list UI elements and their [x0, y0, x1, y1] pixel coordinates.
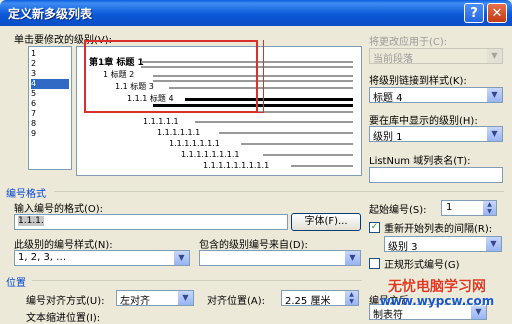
link-style-label: 将级别链接到样式(K): — [369, 76, 467, 87]
chevron-down-icon: ▼ — [486, 237, 501, 251]
chevron-down-icon: ▼ — [487, 49, 502, 63]
number-format-section: 编号格式 — [6, 189, 46, 200]
close-button[interactable]: ✕ — [487, 3, 507, 23]
section-divider — [32, 280, 362, 281]
position-section: 位置 — [6, 278, 26, 289]
align-at-label: 对齐位置(A): — [207, 296, 266, 307]
window-title: 定义新多级列表 — [8, 7, 93, 21]
annotation-box-shadow — [84, 40, 264, 113]
restart-checkbox[interactable]: ✓ — [369, 222, 380, 233]
listnum-label: ListNum 域列表名(T): — [369, 156, 471, 167]
level-item[interactable]: 5 — [31, 89, 69, 99]
spinner-arrows-icon[interactable]: ▲ ▼ — [483, 201, 496, 215]
spinner-arrows-icon[interactable]: ▲ ▼ — [345, 291, 358, 305]
preview-dots: 1.1.1.1.1.1.1.1 — [181, 150, 240, 159]
alignment-select[interactable]: 左对齐 ▼ — [116, 290, 194, 307]
align-at-spinner[interactable]: 2.25 厘米 ▲ ▼ — [281, 290, 359, 307]
preview-dots: 1.1.1.1.1.1.1.1.1 — [203, 161, 270, 170]
legal-numbering-checkbox[interactable] — [369, 258, 380, 269]
preview-line — [219, 132, 353, 134]
section-divider — [54, 191, 504, 192]
level-item[interactable]: 2 — [31, 59, 69, 69]
watermark-url: www.wypcw.com — [379, 294, 495, 308]
level-item[interactable]: 8 — [31, 119, 69, 129]
gallery-level-select[interactable]: 级别 1 ▼ — [369, 126, 503, 143]
restart-level-select[interactable]: 级别 3 ▼ — [384, 236, 502, 253]
link-style-select[interactable]: 标题 4 ▼ — [369, 87, 503, 104]
level-item[interactable]: 7 — [31, 109, 69, 119]
watermark-title: 无忧电脑学习网 — [388, 279, 486, 295]
font-button[interactable]: 字体(F)... — [291, 213, 361, 231]
level-list[interactable]: 1 2 3 4 5 6 7 8 9 — [28, 46, 72, 170]
help-button[interactable]: ? — [464, 3, 484, 23]
close-icon: ✕ — [491, 6, 503, 21]
level-item[interactable]: 9 — [31, 129, 69, 139]
preview-line — [263, 154, 353, 156]
preview-dots: 1.1.1.1.1.1.1 — [169, 139, 220, 148]
chevron-down-icon: ▼ — [487, 127, 502, 141]
preview-dots: 1.1.1.1.1.1 — [157, 128, 201, 137]
gallery-level-label: 要在库中显示的级别(H): — [369, 116, 478, 127]
preview-dots: 1.1.1.1.1 — [143, 117, 179, 126]
preview-line — [195, 121, 353, 123]
number-style-label: 此级别的编号样式(N): — [14, 240, 113, 251]
legal-numbering-label: 正规形式编号(G) — [384, 260, 460, 271]
title-bar: 定义新多级列表 ? ✕ — [0, 0, 512, 26]
level-item[interactable]: 3 — [31, 69, 69, 79]
number-style-select[interactable]: 1, 2, 3, … ▼ — [14, 250, 190, 266]
format-label: 输入编号的格式(O): — [14, 204, 104, 215]
help-icon: ? — [470, 6, 478, 21]
start-at-label: 起始编号(S): — [369, 205, 427, 216]
level-item[interactable]: 1 — [31, 49, 69, 59]
start-at-spinner[interactable]: 1 ▲ ▼ — [441, 200, 497, 216]
include-level-select[interactable]: ▼ — [199, 250, 361, 266]
preview-line — [291, 165, 353, 167]
chevron-down-icon: ▼ — [178, 291, 193, 305]
format-input[interactable]: 1.1.1. — [14, 214, 288, 230]
apply-to-select[interactable]: 当前段落 ▼ — [369, 48, 503, 65]
text-indent-label: 文本缩进位置(I): — [26, 313, 101, 324]
preview-line — [241, 143, 353, 145]
apply-to-label: 将更改应用于(C): — [369, 37, 448, 48]
listnum-input[interactable] — [369, 167, 503, 183]
level-item-selected[interactable]: 4 — [31, 79, 69, 89]
alignment-label: 编号对齐方式(U): — [26, 296, 105, 307]
restart-label: 重新开始列表的间隔(R): — [384, 224, 493, 235]
chevron-down-icon: ▼ — [487, 88, 502, 102]
level-item[interactable]: 6 — [31, 99, 69, 109]
chevron-down-icon: ▼ — [345, 251, 360, 265]
chevron-down-icon: ▼ — [174, 251, 189, 265]
include-level-label: 包含的级别编号来自(D): — [199, 240, 308, 251]
